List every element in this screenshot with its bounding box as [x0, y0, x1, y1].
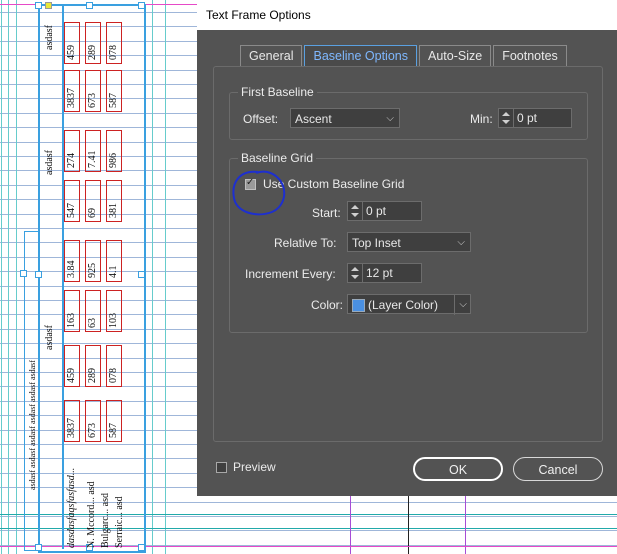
cell-number: 673 — [87, 423, 98, 438]
cell-number: 078 — [108, 368, 119, 383]
offset-label: Offset: — [243, 112, 279, 126]
cell-number: 3.84 — [66, 260, 77, 279]
cell-number: 078 — [108, 45, 119, 60]
dialog-title: Text Frame Options — [206, 8, 311, 22]
color-label: Color: — [311, 298, 344, 312]
stepper-arrows-icon[interactable] — [499, 109, 514, 127]
group-title: Baseline Grid — [238, 151, 317, 165]
cell-number: 587 — [108, 93, 119, 108]
first-baseline-group: First Baseline Offset: Ascent ⌵ Min: 0 p… — [229, 85, 588, 140]
chevron-down-icon: ⌵ — [457, 237, 465, 248]
cell-number: 459 — [66, 368, 77, 383]
cell-number: 163 — [66, 313, 77, 328]
color-value: (Layer Color) — [368, 298, 439, 312]
annotation-circle — [232, 170, 286, 216]
chevron-down-icon: ⌵ — [454, 295, 467, 315]
cell-number: 587 — [108, 423, 119, 438]
chevron-down-icon: ⌵ — [386, 113, 394, 124]
frame-handle[interactable] — [20, 270, 27, 277]
cell-number: 925 — [87, 263, 98, 278]
baseline-options-panel: First Baseline Offset: Ascent ⌵ Min: 0 p… — [213, 66, 603, 442]
vertical-text: N. Mccord... asd — [86, 481, 97, 548]
text-frame-options-dialog: Text Frame Options General Baseline Opti… — [197, 0, 617, 496]
frame-handle[interactable] — [35, 2, 42, 9]
cell-number: 3837 — [66, 418, 77, 438]
start-label: Start: — [312, 206, 341, 220]
cell-number: 673 — [87, 93, 98, 108]
vertical-text: asdasf — [44, 325, 55, 350]
cancel-button[interactable]: Cancel — [513, 457, 603, 481]
cell-number: 289 — [87, 45, 98, 60]
cell-number: 381 — [108, 203, 119, 218]
tab-general[interactable]: General — [240, 45, 303, 67]
preview-checkbox[interactable] — [216, 462, 227, 473]
vertical-text: asdasf — [44, 150, 55, 175]
preview-label[interactable]: Preview — [233, 460, 276, 474]
vertical-text: Serraic... asd — [114, 496, 125, 548]
column-guide — [165, 0, 166, 554]
column-guide — [1, 0, 2, 554]
color-select[interactable]: (Layer Color) ⌵ — [347, 294, 471, 315]
min-stepper[interactable]: 0 pt — [498, 108, 572, 128]
cell-number: 3837 — [66, 88, 77, 108]
tab-footnotes[interactable]: Footnotes — [493, 45, 567, 67]
min-value: 0 pt — [517, 111, 538, 125]
column-guide — [8, 0, 9, 554]
frame-handle[interactable] — [138, 544, 145, 551]
frame-handle[interactable] — [138, 2, 145, 9]
column-guide — [16, 0, 17, 554]
cell-number: 103 — [108, 313, 119, 328]
cell-number: 274 — [66, 153, 77, 168]
cell-number: 69 — [87, 208, 98, 218]
frame-handle[interactable] — [86, 2, 93, 9]
start-value: 0 pt — [366, 204, 387, 218]
vertical-text: asdasf asdasf asdasf asdasf asdasf asdas… — [28, 360, 37, 490]
increment-every-value: 12 pt — [366, 266, 393, 280]
offset-select[interactable]: Ascent ⌵ — [290, 108, 400, 128]
frame-handle[interactable] — [138, 271, 145, 278]
cell-number: 459 — [66, 45, 77, 60]
increment-every-label: Increment Every: — [245, 267, 336, 281]
cell-number: 547 — [66, 203, 77, 218]
ok-button[interactable]: OK — [413, 457, 503, 481]
min-label: Min: — [470, 112, 493, 126]
in-port-handle[interactable] — [45, 2, 52, 9]
color-swatch — [352, 299, 365, 312]
relative-to-value: Top Inset — [352, 236, 401, 250]
cell-number: 289 — [87, 368, 98, 383]
vertical-text: Bulgarc... asd — [100, 493, 111, 548]
cell-number: 7.41 — [87, 150, 98, 169]
frame-handle[interactable] — [35, 544, 42, 551]
offset-value: Ascent — [295, 112, 332, 126]
start-stepper[interactable]: 0 pt — [347, 201, 422, 221]
column-guide — [152, 0, 153, 554]
cell-number: 986 — [108, 153, 119, 168]
increment-every-stepper[interactable]: 12 pt — [347, 263, 422, 283]
tab-baseline-options[interactable]: Baseline Options — [304, 45, 417, 67]
relative-to-select[interactable]: Top Inset ⌵ — [347, 232, 471, 252]
stepper-arrows-icon[interactable] — [348, 264, 363, 282]
dialog-title-bar[interactable]: Text Frame Options — [197, 0, 617, 30]
cell-number: 63 — [87, 318, 98, 328]
cell-number: 4.1 — [108, 265, 119, 279]
tab-auto-size[interactable]: Auto-Size — [419, 45, 492, 67]
tab-bar: General Baseline Options Auto-Size Footn… — [240, 45, 569, 67]
vertical-text: dasdasfaqsfasfasd... — [66, 467, 77, 548]
group-title: First Baseline — [238, 85, 317, 99]
relative-to-label: Relative To: — [274, 236, 337, 250]
stepper-arrows-icon[interactable] — [348, 202, 363, 220]
vertical-text: asdasf — [44, 25, 55, 50]
frame-handle[interactable] — [35, 271, 42, 278]
